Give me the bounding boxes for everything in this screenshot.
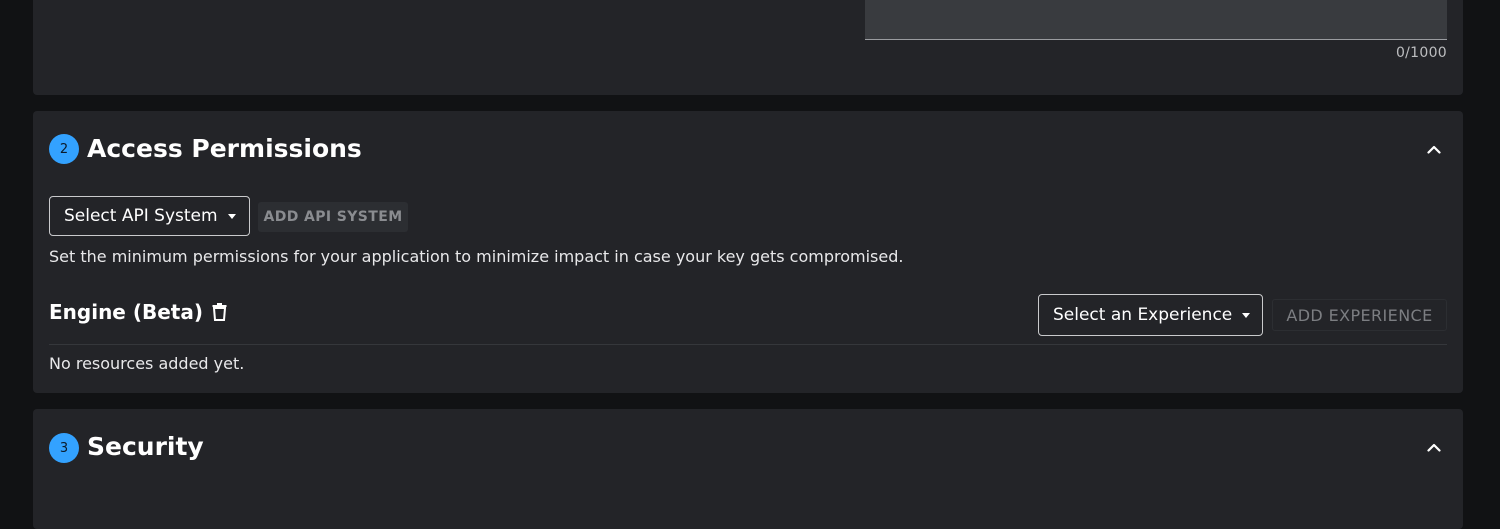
add-api-system-button[interactable]: ADD API SYSTEM bbox=[258, 202, 408, 232]
section-title: Access Permissions bbox=[87, 134, 362, 163]
access-permissions-card: 2 Access Permissions Select API System A… bbox=[33, 111, 1463, 393]
experience-dropdown-label: Select an Experience bbox=[1053, 305, 1233, 325]
experience-dropdown[interactable]: Select an Experience bbox=[1038, 294, 1263, 336]
caret-down-icon bbox=[1242, 312, 1251, 318]
caret-down-icon bbox=[227, 213, 236, 219]
delete-engine-button[interactable] bbox=[212, 303, 227, 321]
chevron-up-icon bbox=[1427, 145, 1441, 154]
add-experience-button[interactable]: ADD EXPERIENCE bbox=[1272, 299, 1447, 331]
engine-empty-text: No resources added yet. bbox=[49, 354, 245, 373]
api-system-dropdown[interactable]: Select API System bbox=[49, 196, 250, 236]
security-card: 3 Security bbox=[33, 409, 1463, 529]
engine-title: Engine (Beta) bbox=[49, 300, 203, 324]
step-badge: 2 bbox=[49, 134, 79, 164]
api-system-dropdown-label: Select API System bbox=[64, 206, 218, 226]
char-counter: 0/1000 bbox=[1395, 45, 1447, 61]
description-textarea[interactable] bbox=[865, 0, 1447, 40]
trash-icon bbox=[212, 303, 227, 321]
engine-divider bbox=[49, 344, 1447, 345]
step-badge: 3 bbox=[49, 433, 79, 463]
collapse-button[interactable] bbox=[1423, 138, 1445, 160]
chevron-up-icon bbox=[1427, 443, 1441, 452]
engine-section-header: Engine (Beta) bbox=[49, 300, 227, 324]
description-card: 0/1000 bbox=[33, 0, 1463, 95]
section-title: Security bbox=[87, 432, 204, 461]
collapse-button[interactable] bbox=[1423, 436, 1445, 458]
permissions-helper-text: Set the minimum permissions for your app… bbox=[49, 247, 904, 266]
